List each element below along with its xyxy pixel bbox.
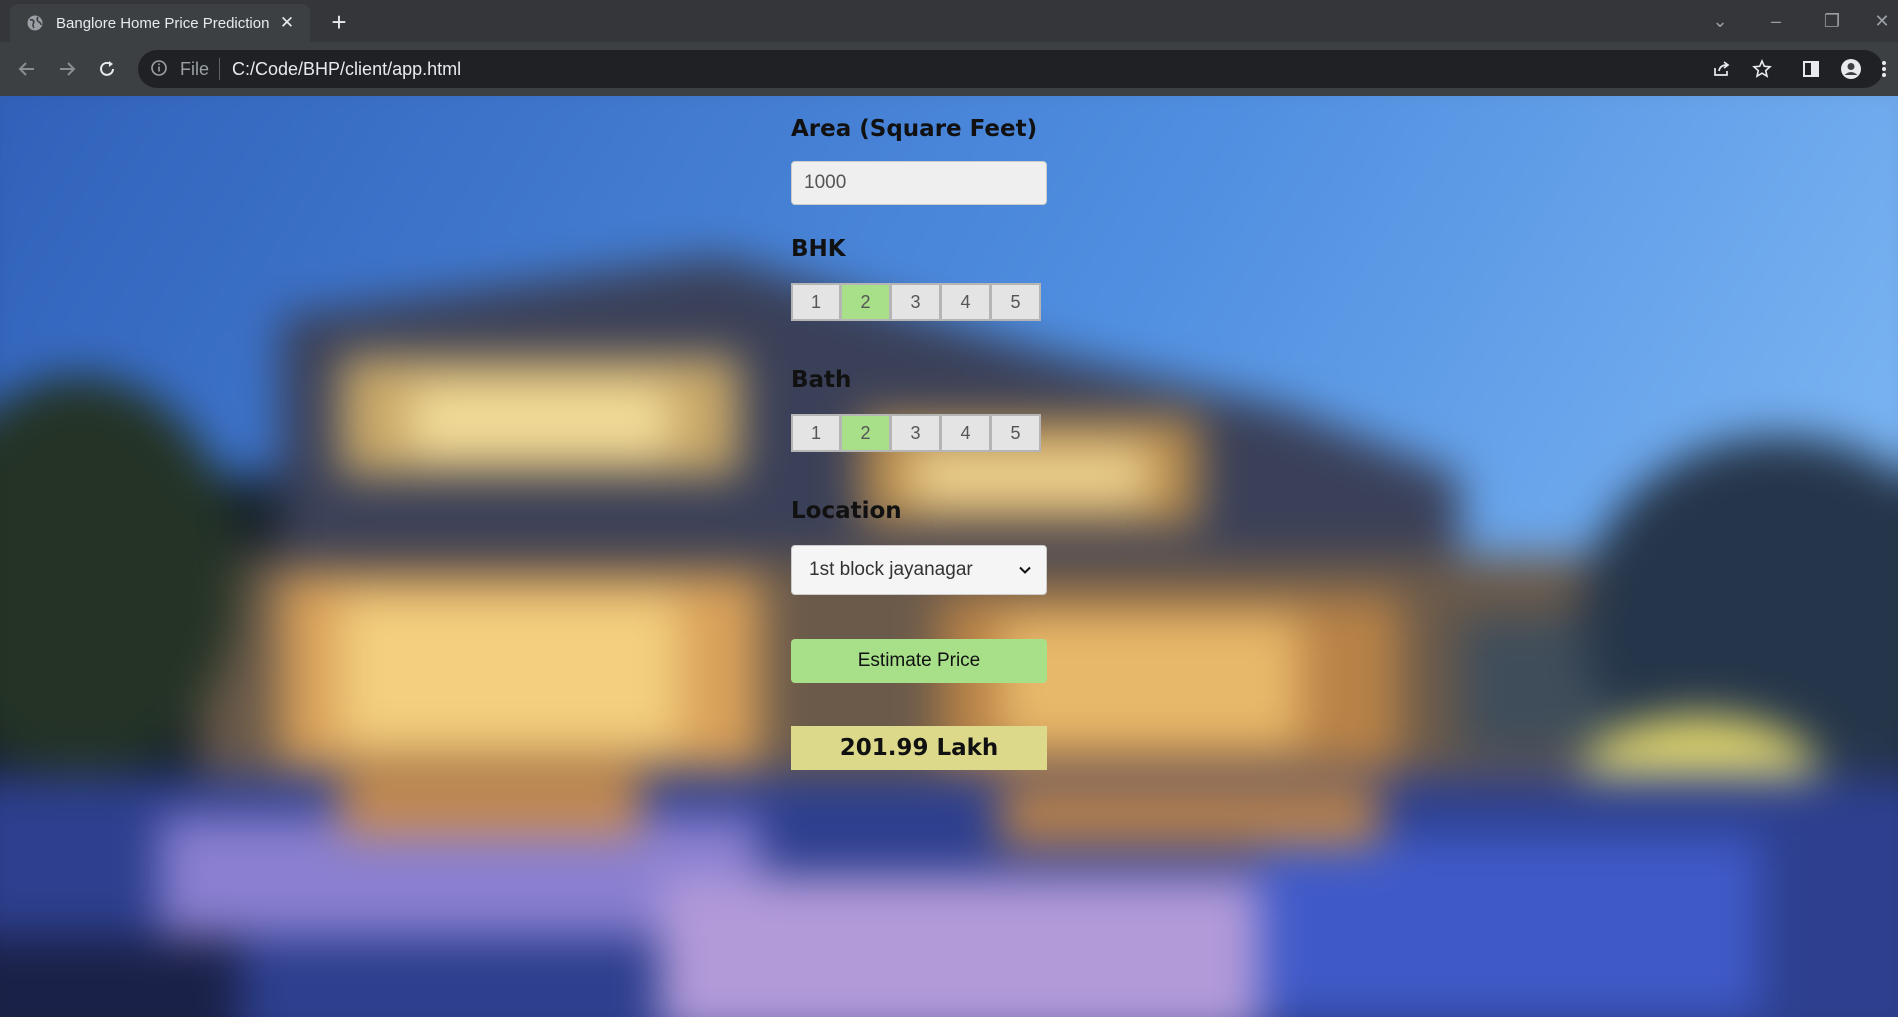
chevron-down-icon (1018, 563, 1032, 577)
info-icon[interactable] (150, 59, 170, 79)
back-icon[interactable] (12, 54, 42, 84)
location-select[interactable]: 1st block jayanagar (791, 545, 1047, 595)
location-selected-value: 1st block jayanagar (809, 559, 973, 580)
estimate-price-button[interactable]: Estimate Price (791, 639, 1047, 683)
bath-option-2[interactable]: 2 (841, 414, 891, 452)
bath-option-4[interactable]: 4 (941, 414, 991, 452)
globe-icon (26, 14, 44, 32)
area-input[interactable] (791, 161, 1047, 205)
address-bar[interactable]: File C:/Code/BHP/client/app.html (138, 50, 1883, 88)
menu-kebab-icon[interactable] (1874, 54, 1894, 84)
bookmark-star-icon[interactable] (1747, 54, 1777, 84)
bhk-option-2[interactable]: 2 (841, 283, 891, 321)
profile-icon[interactable] (1836, 54, 1866, 84)
bath-option-1[interactable]: 1 (791, 414, 841, 452)
bath-option-5[interactable]: 5 (991, 414, 1041, 452)
share-icon[interactable] (1707, 54, 1737, 84)
address-scheme: File (180, 58, 210, 79)
location-label: Location (791, 498, 902, 524)
bhk-option-5[interactable]: 5 (991, 283, 1041, 321)
tab-title: Banglore Home Price Prediction (56, 14, 270, 32)
bath-switch: 1 2 3 4 5 (791, 414, 1041, 452)
reload-icon[interactable] (92, 54, 122, 84)
minimize-button[interactable]: – (1756, 8, 1796, 34)
browser-tab-strip: Banglore Home Price Prediction ✕ + ⌄ – ❐… (0, 0, 1898, 42)
close-tab-icon[interactable]: ✕ (276, 12, 298, 34)
browser-toolbar: File C:/Code/BHP/client/app.html (0, 42, 1898, 96)
bath-label: Bath (791, 367, 852, 393)
bhk-switch: 1 2 3 4 5 (791, 283, 1041, 321)
address-separator (219, 58, 221, 80)
estimated-price-result: 201.99 Lakh (791, 726, 1047, 770)
bhk-option-4[interactable]: 4 (941, 283, 991, 321)
page-content: Area (Square Feet) BHK 1 2 3 4 5 Bath 1 … (0, 96, 1898, 1017)
bhk-option-1[interactable]: 1 (791, 283, 841, 321)
tab-search-icon[interactable]: ⌄ (1700, 8, 1740, 34)
bhk-option-3[interactable]: 3 (891, 283, 941, 321)
bhk-label: BHK (791, 236, 846, 262)
close-window-button[interactable]: ✕ (1866, 8, 1898, 34)
new-tab-button[interactable]: + (325, 7, 353, 37)
side-panel-icon[interactable] (1796, 54, 1826, 84)
address-url: C:/Code/BHP/client/app.html (232, 58, 462, 79)
area-label: Area (Square Feet) (791, 116, 1038, 142)
bath-option-3[interactable]: 3 (891, 414, 941, 452)
restore-button[interactable]: ❐ (1812, 8, 1852, 34)
browser-tab[interactable]: Banglore Home Price Prediction ✕ (10, 4, 310, 42)
forward-icon[interactable] (52, 54, 82, 84)
